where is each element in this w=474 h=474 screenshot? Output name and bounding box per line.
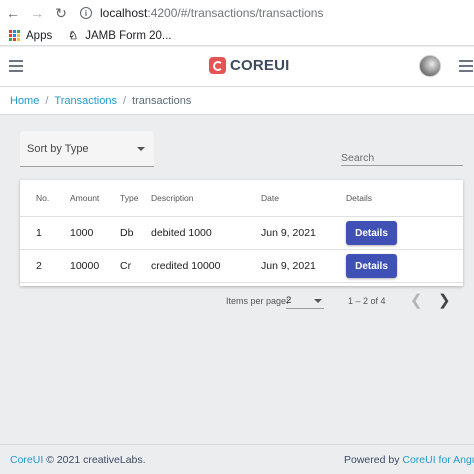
browser-address-bar: ← → ↻ i localhost:4200/#/transactions/tr… xyxy=(0,0,474,26)
cell-no: 1 xyxy=(36,227,42,239)
header-type[interactable]: Type xyxy=(120,180,138,216)
url-host: localhost xyxy=(100,6,148,20)
cell-description: debited 1000 xyxy=(151,227,212,239)
header-no[interactable]: No. xyxy=(36,180,49,216)
footer-left: CoreUI © 2021 creativeLabs. xyxy=(10,454,146,466)
header-details[interactable]: Details xyxy=(346,180,372,216)
next-page-icon[interactable]: ❯ xyxy=(438,291,451,309)
bookmarks-bar: Apps ♘ JAMB Form 20... xyxy=(0,26,474,46)
table-row: 1 1000 Db debited 1000 Jun 9, 2021 Detai… xyxy=(20,217,463,250)
cell-details: Details xyxy=(346,217,397,249)
sidebar-toggle-icon[interactable] xyxy=(9,60,23,72)
page-range-label: 1 – 2 of 4 xyxy=(348,296,386,306)
breadcrumb: Home / Transactions / transactions xyxy=(0,87,474,115)
cell-amount: 1000 xyxy=(70,227,94,239)
table-row: 2 10000 Cr credited 10000 Jun 9, 2021 De… xyxy=(20,250,463,283)
table-header-row: No. Amount Type Description Date Details xyxy=(20,180,463,217)
cell-amount: 10000 xyxy=(70,260,100,272)
cell-date: Jun 9, 2021 xyxy=(261,227,316,239)
cell-details: Details xyxy=(346,250,397,282)
details-button[interactable]: Details xyxy=(346,254,397,278)
bookmark-apps[interactable]: Apps xyxy=(26,30,52,42)
reload-icon[interactable]: ↻ xyxy=(50,2,72,24)
header-amount[interactable]: Amount xyxy=(70,180,99,216)
page-size-value: 2 xyxy=(286,295,292,306)
cell-type: Cr xyxy=(120,260,132,272)
coreui-logo-icon xyxy=(209,57,226,74)
header-date[interactable]: Date xyxy=(261,180,279,216)
jamb-favicon-icon: ♘ xyxy=(68,29,79,42)
breadcrumb-current: transactions xyxy=(132,94,192,107)
breadcrumb-home[interactable]: Home xyxy=(10,95,39,107)
url-field[interactable]: i localhost:4200/#/transactions/transact… xyxy=(80,2,323,24)
search-input[interactable] xyxy=(341,152,463,164)
footer-copyright: © 2021 creativeLabs. xyxy=(46,453,146,466)
breadcrumb-transactions[interactable]: Transactions xyxy=(54,95,117,107)
aside-toggle-icon[interactable] xyxy=(459,60,473,72)
url-text[interactable]: localhost:4200/#/transactions/transactio… xyxy=(100,6,323,20)
header-description[interactable]: Description xyxy=(151,180,194,216)
paginator: Items per page: 2 1 – 2 of 4 ❮ ❯ xyxy=(0,287,474,315)
footer-coreui-link[interactable]: CoreUI xyxy=(10,454,43,466)
cell-type: Db xyxy=(120,227,134,239)
url-path: :4200/#/transactions/transactions xyxy=(147,6,324,20)
details-button[interactable]: Details xyxy=(346,221,397,245)
back-arrow-icon[interactable]: ← xyxy=(2,2,24,24)
footer-right: Powered by CoreUI for Angular xyxy=(344,454,474,466)
forward-arrow-icon[interactable]: → xyxy=(26,2,48,24)
apps-grid-icon[interactable] xyxy=(9,30,20,41)
footer-powered-by: Powered by xyxy=(344,453,400,466)
cell-date: Jun 9, 2021 xyxy=(261,260,316,272)
footer-coreui-angular-link[interactable]: CoreUI for Angular xyxy=(402,454,474,466)
info-icon[interactable]: i xyxy=(80,7,92,19)
bookmark-jamb[interactable]: JAMB Form 20... xyxy=(85,30,171,42)
app-footer: CoreUI © 2021 creativeLabs. Powered by C… xyxy=(0,444,474,474)
breadcrumb-separator: / xyxy=(122,94,127,107)
avatar[interactable] xyxy=(419,55,441,77)
chevron-down-icon xyxy=(137,147,145,151)
app-header: COREUI xyxy=(0,47,474,87)
chevron-down-icon xyxy=(314,299,322,303)
breadcrumb-separator: / xyxy=(45,94,49,107)
previous-page-icon[interactable]: ❮ xyxy=(410,291,423,309)
transactions-table: No. Amount Type Description Date Details… xyxy=(20,180,463,286)
items-per-page-label: Items per page: xyxy=(226,296,289,306)
search-field xyxy=(341,148,463,166)
brand-logo[interactable]: COREUI xyxy=(209,57,290,74)
page-size-select[interactable]: 2 xyxy=(286,292,324,309)
sort-select-label: Sort by Type xyxy=(27,143,89,155)
brand-name: COREUI xyxy=(230,57,290,74)
cell-no: 2 xyxy=(36,260,42,272)
cell-description: credited 10000 xyxy=(151,260,221,272)
sort-by-type-select[interactable]: Sort by Type xyxy=(20,131,154,167)
